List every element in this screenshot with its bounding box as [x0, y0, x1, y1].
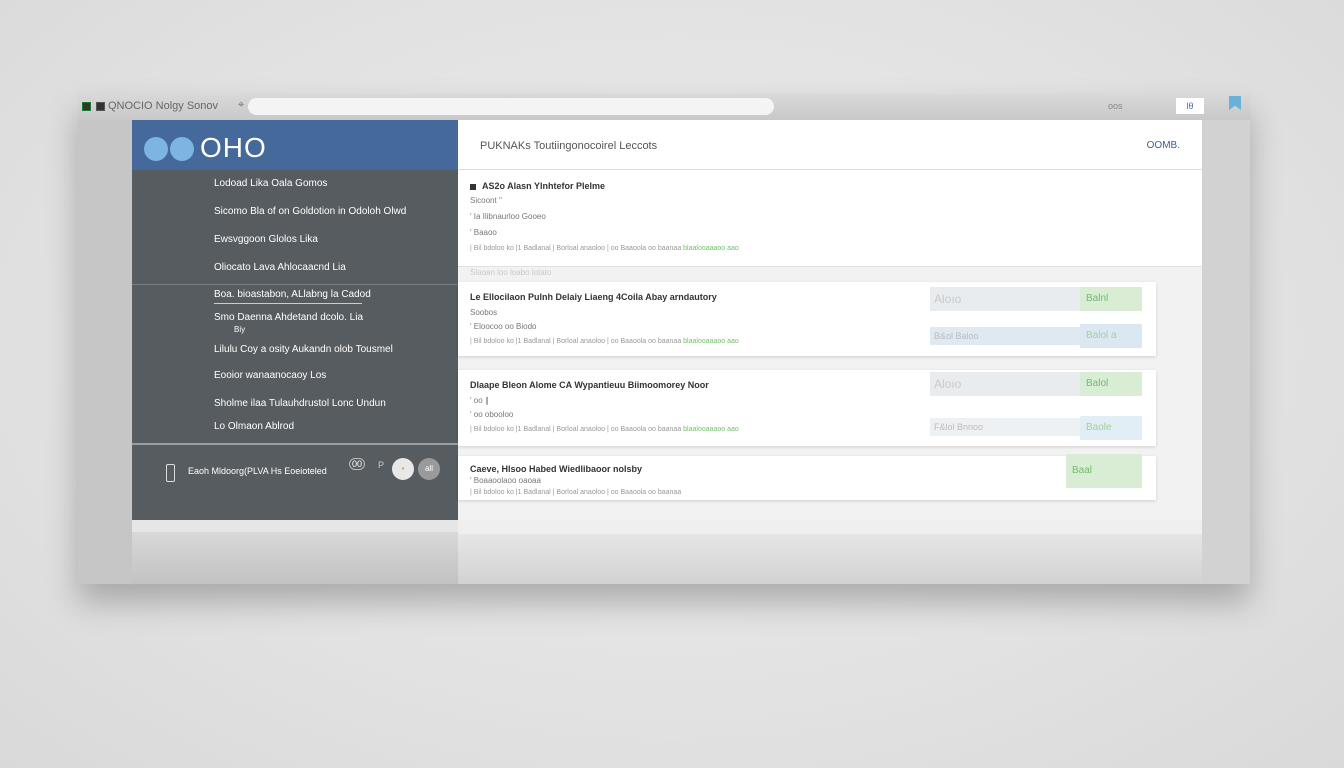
list-item[interactable]: Dlaape Bleon Alome CA Wypantieuu Biimoom…: [458, 370, 1156, 446]
extension-button[interactable]: lθ: [1176, 98, 1204, 114]
item-title: AS2o Alasn Ylnhtefor Plelme: [470, 181, 605, 191]
sidebar: OHO Lodoad Lika Oala Gomos Sicomo Bla of…: [132, 120, 458, 520]
item-line: ' oo ∥: [470, 396, 489, 405]
sidebar-item[interactable]: Smo Daenna Ahdetand dcolo. Lia: [214, 312, 363, 323]
sidebar-item[interactable]: Lilulu Coy a osity Aukandn olob Tousmel: [214, 344, 393, 355]
left-gutter: [78, 120, 132, 584]
faded-text: Slaoan loo loabo lotato: [470, 268, 552, 277]
user-label: Eaoh Mldoorg(PLVA Hs Eoeioteled: [188, 466, 327, 476]
sidebar-item[interactable]: Lodoad Lika Oala Gomos: [214, 178, 327, 189]
item-line: ' Boaaoolaoo oaoaa: [470, 476, 541, 485]
item-line: Sicoont '': [470, 196, 502, 205]
title-bar: QNOCIO Nolgy Sonov ⌖ oos lθ: [78, 94, 1250, 120]
score-badge[interactable]: Balnl: [1080, 287, 1142, 311]
item-meta-green: blaalooaaaoo aao: [683, 338, 739, 345]
logo-circle-icon: [170, 137, 194, 161]
score-badge[interactable]: Balol: [1080, 372, 1142, 396]
logo-circle-icon: [144, 137, 168, 161]
sidebar-item-active[interactable]: Boa. bioastabon, ALlabng la Cadod: [214, 289, 371, 300]
item-meta-text: | Bil bdoloo ko |1 Badlanal | Borloal an…: [470, 426, 684, 433]
item-line: ' Ia Ilibnaurloo Gooeo: [470, 212, 546, 221]
item-line: ' Baaoo: [470, 228, 497, 237]
pin-icon[interactable]: ⌖: [238, 99, 244, 112]
address-bar[interactable]: [248, 98, 774, 115]
sidebar-item[interactable]: Sholme ilaa Tulauhdrustol Lonc Undun: [214, 398, 386, 409]
list-item[interactable]: Le Ellocilaon Pulnh Delaiy Liaeng 4Coila…: [458, 282, 1156, 356]
item-meta-text: | Bil bdoloo ko |1 Badlanal | Borloal an…: [470, 245, 684, 252]
item-meta: | Bil bdoloo ko |1 Badlanal | Borloal an…: [470, 426, 739, 433]
sidebar-divider: [132, 284, 458, 285]
sidebar-item[interactable]: Sicomo Bla of on Goldotion in Odoloh Olw…: [214, 206, 406, 217]
item-title: Dlaape Bleon Alome CA Wypantieuu Biimoom…: [470, 380, 709, 390]
list-item[interactable]: Caeve, Hlsoo Habed Wiedlibaoor nolsby ' …: [458, 454, 1156, 500]
settings-button[interactable]: all: [418, 458, 440, 480]
item-title-text: AS2o Alasn Ylnhtefor Plelme: [482, 181, 606, 191]
list-item[interactable]: AS2o Alasn Ylnhtefor Plelme Sicoont '' '…: [458, 170, 1202, 267]
item-meta-text: | Bil bdoloo ko |1 Badlanal | Borloal an…: [470, 338, 684, 345]
logo: OHO: [200, 132, 267, 163]
sidebar-divider: [132, 443, 458, 445]
score-badge[interactable]: Baole: [1080, 416, 1142, 440]
item-line: ' Eloocoo oo Biodo: [470, 322, 537, 331]
window-control-icon[interactable]: [96, 102, 105, 111]
item-line: Soobos: [470, 308, 498, 317]
item-meta: | Bil bdoloo ko |1 Badlanal | Borloal an…: [470, 245, 739, 252]
sidebar-item[interactable]: Oliocato Lava Ahlocaacnd Lia: [214, 262, 346, 273]
sidebar-footer: [132, 520, 458, 584]
browser-window: QNOCIO Nolgy Sonov ⌖ oos lθ OHO Lodoad L…: [78, 94, 1250, 584]
item-title: Le Ellocilaon Pulnh Delaiy Liaeng 4Coila…: [470, 292, 717, 302]
right-gutter: [1202, 120, 1250, 584]
item-line: ' oo obooloo: [470, 410, 514, 419]
item-meta-green: blaalooaaaoo aao: [683, 245, 739, 252]
main-footer: [458, 520, 1202, 584]
device-icon: [166, 464, 175, 482]
main-header: PUKNAKs Toutiingonocoirel Leccots OOMB.: [458, 120, 1202, 170]
status-text: oos: [1108, 101, 1123, 111]
bookmark-icon[interactable]: [1229, 96, 1241, 110]
sidebar-header: OHO: [132, 120, 458, 170]
header-action-link[interactable]: OOMB.: [1147, 140, 1180, 151]
item-meta-green: blaalooaaaoo aao: [683, 426, 739, 433]
bullet-icon: [470, 183, 476, 190]
main-panel: PUKNAKs Toutiingonocoirel Leccots OOMB. …: [458, 120, 1202, 520]
window-control-icon[interactable]: [82, 102, 91, 111]
page-title: PUKNAKs Toutiingonocoirel Leccots: [480, 140, 658, 152]
item-title: Caeve, Hlsoo Habed Wiedlibaoor nolsby: [470, 464, 642, 474]
sidebar-item[interactable]: Eooior wanaanocaoy Los: [214, 370, 326, 381]
score-badge[interactable]: Balol a: [1080, 324, 1142, 348]
toggle-button[interactable]: •: [392, 458, 414, 480]
item-meta: | Bil bdoloo ko |1 Badlanal | Borloal an…: [470, 338, 739, 345]
active-underline: [214, 303, 362, 304]
score-badge[interactable]: Baal: [1066, 454, 1142, 488]
item-meta: | Bil bdoloo ko |1 Badlanal | Borloal an…: [470, 489, 682, 496]
user-glyph: P: [378, 460, 385, 470]
user-badge[interactable]: 00: [349, 458, 366, 470]
sidebar-item[interactable]: Lo Olmaon Ablrod: [214, 421, 294, 432]
sidebar-subitem[interactable]: Biy: [234, 325, 245, 334]
window-title: QNOCIO Nolgy Sonov: [108, 100, 219, 112]
sidebar-item[interactable]: Ewsvggoon Glolos Lika: [214, 234, 318, 245]
